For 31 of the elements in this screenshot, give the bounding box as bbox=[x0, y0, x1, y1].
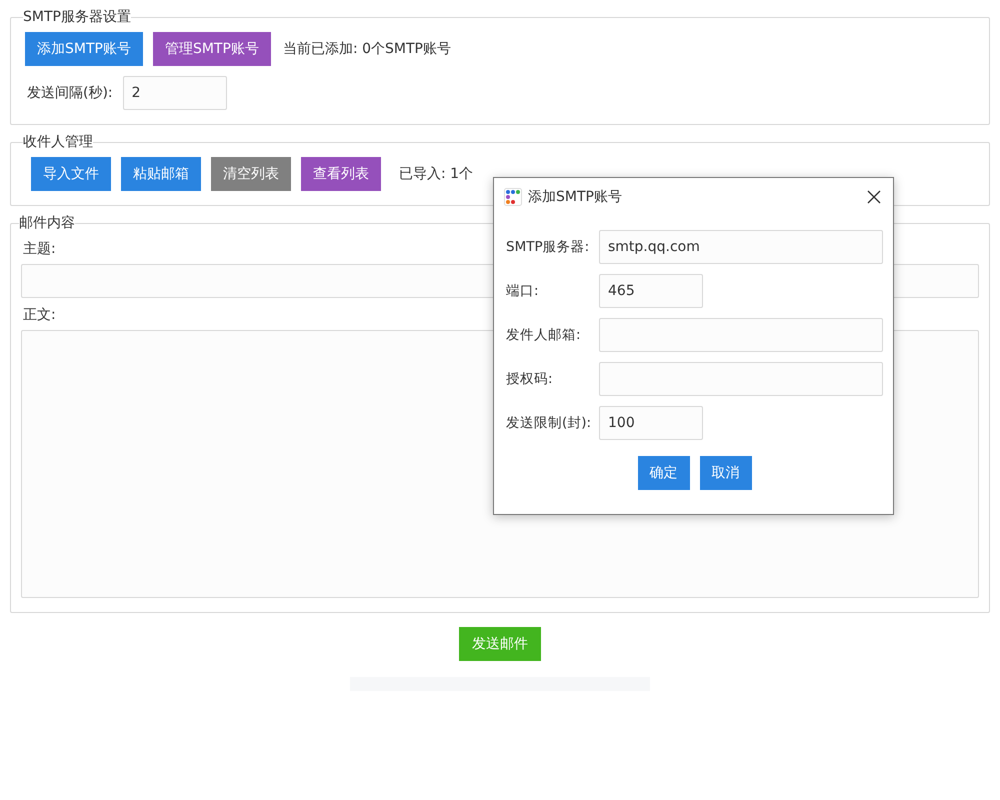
input-field[interactable] bbox=[599, 362, 883, 396]
field-label: SMTP服务器: bbox=[506, 238, 590, 256]
input-field[interactable]: 2 bbox=[122, 76, 227, 110]
action-button[interactable]: 管理SMTP账号 bbox=[152, 32, 271, 66]
action-button[interactable]: 查看列表 bbox=[301, 157, 381, 191]
panel-title: 邮件内容 bbox=[19, 214, 75, 232]
status-text: 已导入: 1个 bbox=[399, 165, 474, 183]
send-button[interactable]: 发送邮件 bbox=[459, 627, 541, 661]
panel-title: SMTP服务器设置 bbox=[23, 8, 131, 26]
field-label: 发送间隔(秒): bbox=[27, 84, 113, 102]
input-field[interactable]: 100 bbox=[599, 406, 703, 440]
action-button[interactable]: 清空列表 bbox=[211, 157, 291, 191]
field-label: 主题: bbox=[23, 240, 56, 258]
app-icon bbox=[504, 188, 522, 206]
close-icon[interactable] bbox=[867, 190, 881, 204]
dialog-title: 添加SMTP账号 bbox=[528, 188, 623, 206]
input-field[interactable] bbox=[599, 318, 883, 352]
input-field[interactable]: smtp.qq.com bbox=[599, 230, 883, 264]
dialog-button[interactable]: 取消 bbox=[700, 456, 752, 490]
panel-title: 收件人管理 bbox=[23, 133, 93, 151]
action-button[interactable]: 导入文件 bbox=[31, 157, 111, 191]
field-label: 端口: bbox=[506, 282, 540, 300]
status-text: 当前已添加: 0个SMTP账号 bbox=[282, 40, 451, 58]
action-button[interactable]: 添加SMTP账号 bbox=[25, 32, 143, 66]
field-label: 授权码: bbox=[506, 370, 554, 388]
input-field[interactable]: 465 bbox=[599, 274, 703, 308]
field-label: 发送限制(封): bbox=[506, 414, 592, 432]
action-button[interactable]: 粘贴邮箱 bbox=[121, 157, 201, 191]
field-label: 正文: bbox=[23, 306, 56, 324]
field-label: 发件人邮箱: bbox=[506, 326, 582, 344]
dialog-button[interactable]: 确定 bbox=[638, 456, 690, 490]
